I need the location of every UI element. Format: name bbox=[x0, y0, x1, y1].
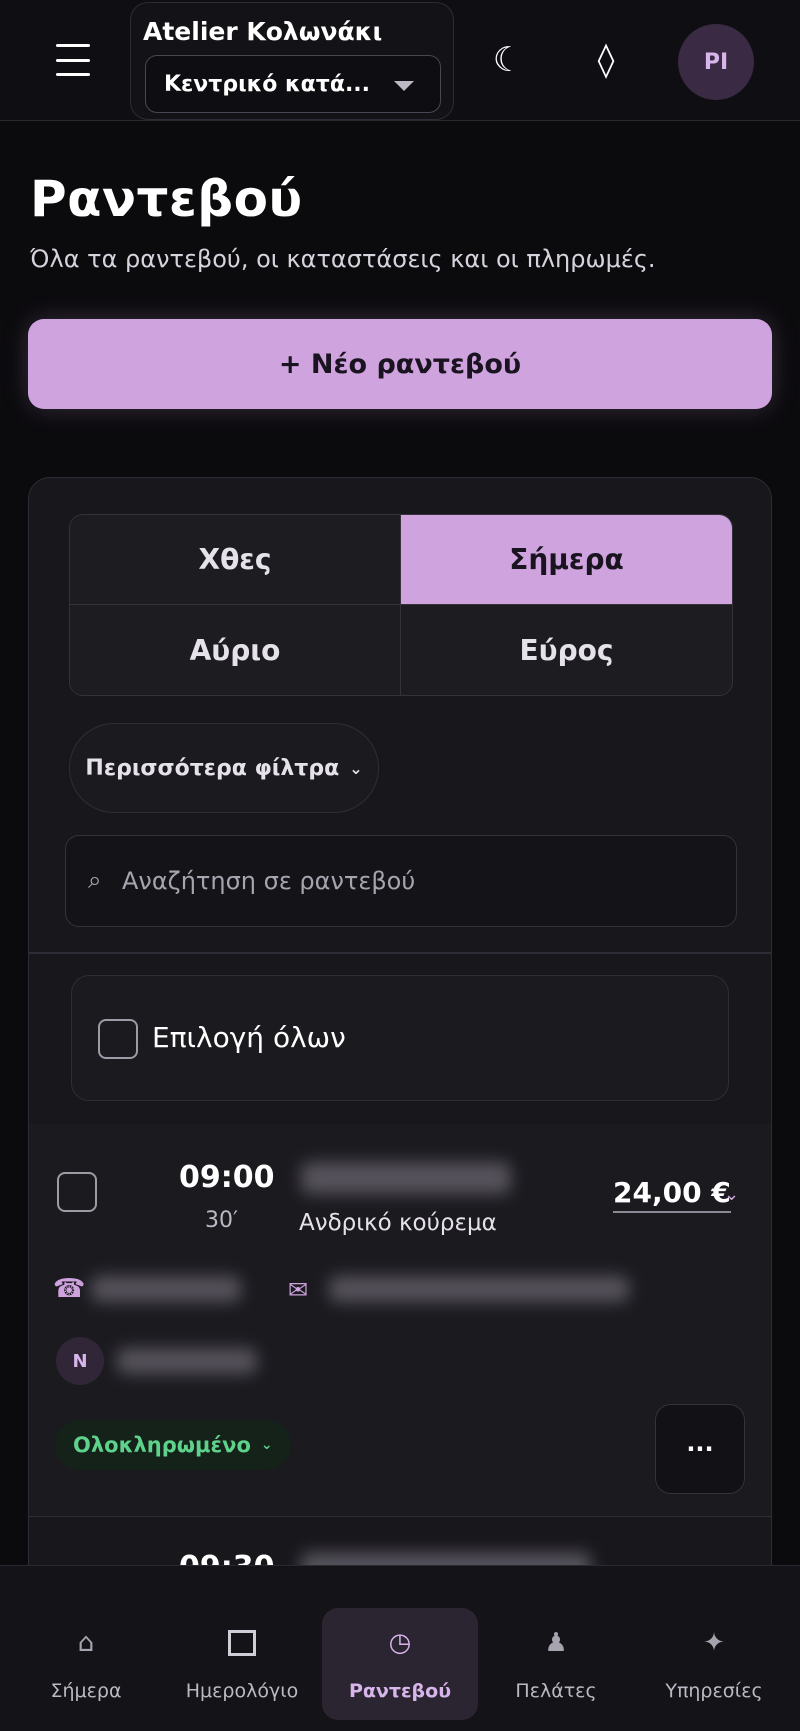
menu-icon[interactable] bbox=[56, 44, 90, 76]
sparkle-icon: ✦ bbox=[703, 1628, 725, 1658]
nav-item-clients[interactable]: ♟ Πελάτες bbox=[478, 1608, 634, 1720]
staff-avatar: N bbox=[56, 1337, 104, 1385]
more-filters-label: Περισσότερα φίλτρα bbox=[85, 755, 340, 781]
tab-yesterday[interactable]: Χθες bbox=[70, 515, 401, 605]
status-badge[interactable]: Ολοκληρωμένο ⌄ bbox=[55, 1420, 291, 1470]
more-filters-button[interactable]: Περισσότερα φίλτρα ⌄ bbox=[69, 723, 379, 813]
search-icon: ⌕ bbox=[88, 866, 102, 894]
business-name: Atelier Κολωνάκι bbox=[143, 17, 383, 46]
search-input[interactable] bbox=[122, 858, 712, 904]
chevron-down-icon[interactable]: ⌄ bbox=[724, 1184, 739, 1205]
client-phone-redacted bbox=[91, 1276, 241, 1302]
calendar-icon bbox=[228, 1630, 256, 1656]
moon-icon[interactable]: ☾ bbox=[488, 40, 528, 80]
location-select[interactable]: Κεντρικό κατά... bbox=[145, 55, 441, 113]
appointments-panel: Χθες Σήμερα Αύριο Εύρος Περισσότερα φίλτ… bbox=[28, 477, 772, 1731]
appointment-checkbox[interactable] bbox=[57, 1172, 97, 1212]
home-icon: ⌂ bbox=[77, 1628, 95, 1658]
appointment-duration: 30′ bbox=[205, 1208, 238, 1233]
clock-icon: ◷ bbox=[388, 1628, 412, 1658]
bottom-navigation: ⌂ Σήμερα Ημερολόγιο ◷ Ραντεβού ♟ Πελάτες… bbox=[0, 1565, 800, 1731]
tab-tomorrow[interactable]: Αύριο bbox=[70, 605, 401, 695]
chevron-down-icon: ⌄ bbox=[260, 1437, 273, 1453]
location-switcher: Atelier Κολωνάκι Κεντρικό κατά... bbox=[130, 2, 454, 120]
appointment-card[interactable]: 09:00 30′ Ανδρικό κούρεμα 24,00 € ⌄ ☎ ✉ … bbox=[29, 1124, 771, 1517]
nav-label: Ημερολόγιο bbox=[185, 1680, 299, 1702]
person-icon: ♟ bbox=[544, 1628, 568, 1658]
nav-label: Πελάτες bbox=[515, 1680, 597, 1702]
nav-item-services[interactable]: ✦ Υπηρεσίες bbox=[636, 1608, 792, 1720]
page-title: Ραντεβού bbox=[30, 170, 303, 228]
appointment-service: Ανδρικό κούρεμα bbox=[299, 1210, 497, 1236]
more-actions-button[interactable]: ··· bbox=[655, 1404, 745, 1494]
nav-label: Υπηρεσίες bbox=[665, 1680, 763, 1702]
diamond-icon[interactable]: ◊ bbox=[586, 40, 626, 80]
status-label: Ολοκληρωμένο bbox=[73, 1433, 251, 1457]
caret-down-icon bbox=[394, 81, 414, 91]
phone-icon: ☎ bbox=[53, 1274, 86, 1304]
location-select-value: Κεντρικό κατά... bbox=[164, 72, 371, 97]
select-all-row[interactable]: Επιλογή όλων bbox=[71, 975, 729, 1101]
nav-item-calendar[interactable]: Ημερολόγιο bbox=[164, 1608, 320, 1720]
page-subtitle: Όλα τα ραντεβού, οι καταστάσεις και οι π… bbox=[30, 245, 656, 273]
client-name-redacted bbox=[301, 1162, 511, 1194]
chevron-down-icon: ⌄ bbox=[349, 758, 363, 778]
client-email-redacted bbox=[329, 1276, 629, 1302]
mail-icon: ✉ bbox=[288, 1276, 309, 1304]
ellipsis-icon: ··· bbox=[686, 1435, 714, 1463]
select-all-label: Επιλογή όλων bbox=[152, 1021, 346, 1054]
date-range-toggle: Χθες Σήμερα Αύριο Εύρος bbox=[69, 514, 733, 696]
tab-range[interactable]: Εύρος bbox=[401, 605, 732, 695]
appointment-time: 09:00 bbox=[179, 1160, 275, 1195]
new-appointment-button[interactable]: + Νέο ραντεβού bbox=[28, 319, 772, 409]
user-avatar[interactable]: PI bbox=[678, 24, 754, 100]
nav-label: Ραντεβού bbox=[348, 1680, 452, 1702]
tab-today[interactable]: Σήμερα bbox=[401, 515, 732, 605]
nav-item-today[interactable]: ⌂ Σήμερα bbox=[8, 1608, 164, 1720]
select-all-checkbox[interactable] bbox=[98, 1019, 138, 1059]
top-bar: Atelier Κολωνάκι Κεντρικό κατά... ☾ ◊ PI bbox=[0, 0, 800, 121]
divider bbox=[29, 952, 771, 954]
appointment-price[interactable]: 24,00 € bbox=[613, 1176, 731, 1213]
search-box: ⌕ bbox=[65, 835, 737, 927]
staff-name-redacted bbox=[117, 1348, 257, 1374]
nav-label: Σήμερα bbox=[50, 1680, 122, 1702]
nav-item-appointments[interactable]: ◷ Ραντεβού bbox=[322, 1608, 478, 1720]
